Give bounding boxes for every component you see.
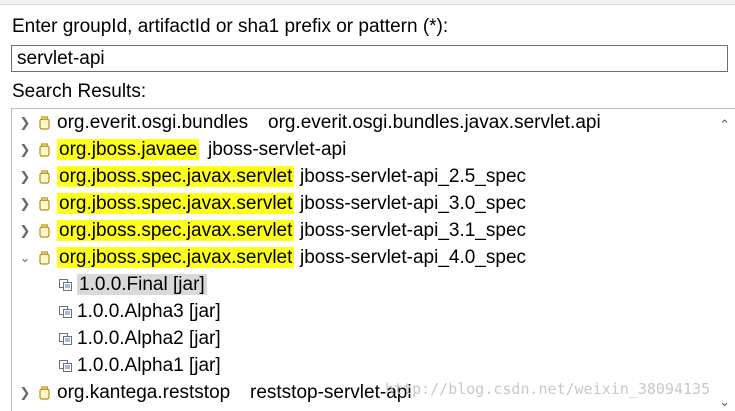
version-label: 1.0.0.Alpha3 [jar]: [77, 301, 221, 322]
result-row[interactable]: ❯ org.jboss.spec.javax.servlet jboss-ser…: [12, 190, 702, 217]
version-row[interactable]: 1.0.0.Alpha1 [jar]: [12, 352, 702, 379]
result-row[interactable]: ❯ org.jboss.spec.javax.servlet jboss-ser…: [12, 163, 702, 190]
jar-icon: [39, 116, 50, 130]
group-id: org.jboss.spec.javax.servlet: [57, 166, 295, 187]
group-id: org.jboss.spec.javax.servlet: [57, 247, 295, 268]
scroll-up-arrow-icon[interactable]: ⌃: [719, 117, 730, 133]
jar-icon: [39, 251, 50, 265]
version-row[interactable]: 1.0.0.Final [jar]: [12, 271, 702, 298]
version-row[interactable]: 1.0.0.Alpha2 [jar]: [12, 325, 702, 352]
artifact-id: jboss-servlet-api_3.0_spec: [300, 193, 527, 214]
chevron-right-icon[interactable]: ❯: [18, 379, 32, 406]
version-file-icon: [59, 306, 72, 318]
jar-icon: [39, 143, 50, 157]
result-row[interactable]: ⌄ org.jboss.spec.javax.servlet jboss-ser…: [12, 244, 702, 271]
scroll-down-arrow-icon[interactable]: ⌄: [719, 394, 730, 410]
version-file-icon: [59, 333, 72, 345]
chevron-right-icon[interactable]: ❯: [18, 190, 32, 217]
jar-icon: [39, 386, 50, 400]
artifact-id: jboss-servlet-api: [208, 139, 347, 160]
search-prompt-label: Enter groupId, artifactId or sha1 prefix…: [12, 16, 449, 37]
watermark-text: http://blog.csdn.net/weixin_38094135: [385, 380, 711, 398]
result-row[interactable]: ❯ org.jboss.spec.javax.servlet jboss-ser…: [12, 217, 702, 244]
version-label: 1.0.0.Alpha1 [jar]: [77, 355, 221, 376]
version-label: 1.0.0.Alpha2 [jar]: [77, 328, 221, 349]
artifact-id: org.everit.osgi.bundles.javax.servlet.ap…: [268, 112, 601, 133]
artifact-id: jboss-servlet-api_4.0_spec: [300, 247, 527, 268]
chevron-right-icon[interactable]: ❯: [18, 217, 32, 244]
group-id: org.jboss.javaee: [57, 139, 200, 160]
jar-icon: [39, 224, 50, 238]
result-row[interactable]: ❯ org.jboss.javaee jboss-servlet-api: [12, 136, 702, 163]
chevron-right-icon[interactable]: ❯: [18, 136, 32, 163]
group-id: org.jboss.spec.javax.servlet: [57, 220, 295, 241]
search-input[interactable]: [11, 45, 728, 72]
result-row[interactable]: ❯ org.everit.osgi.bundles org.everit.osg…: [12, 109, 702, 136]
chevron-right-icon[interactable]: ❯: [18, 163, 32, 190]
version-label: 1.0.0.Final [jar]: [77, 274, 207, 295]
search-results-label: Search Results:: [12, 81, 147, 102]
artifact-id: jboss-servlet-api_2.5_spec: [300, 166, 527, 187]
group-id: org.kantega.reststop: [57, 382, 231, 403]
group-id: org.everit.osgi.bundles: [57, 112, 249, 133]
jar-icon: [39, 197, 50, 211]
group-id: org.jboss.spec.javax.servlet: [57, 193, 295, 214]
version-file-icon: [59, 279, 72, 291]
chevron-right-icon[interactable]: ❯: [18, 109, 32, 136]
vertical-scrollbar[interactable]: ⌃ ⌄: [713, 109, 735, 411]
version-row[interactable]: 1.0.0.Alpha3 [jar]: [12, 298, 702, 325]
jar-icon: [39, 170, 50, 184]
artifact-id: jboss-servlet-api_3.1_spec: [300, 220, 527, 241]
top-border: [0, 0, 735, 5]
search-results-tree[interactable]: ❯ org.everit.osgi.bundles org.everit.osg…: [11, 108, 735, 411]
version-file-icon: [59, 360, 72, 372]
chevron-down-icon[interactable]: ⌄: [18, 244, 32, 271]
